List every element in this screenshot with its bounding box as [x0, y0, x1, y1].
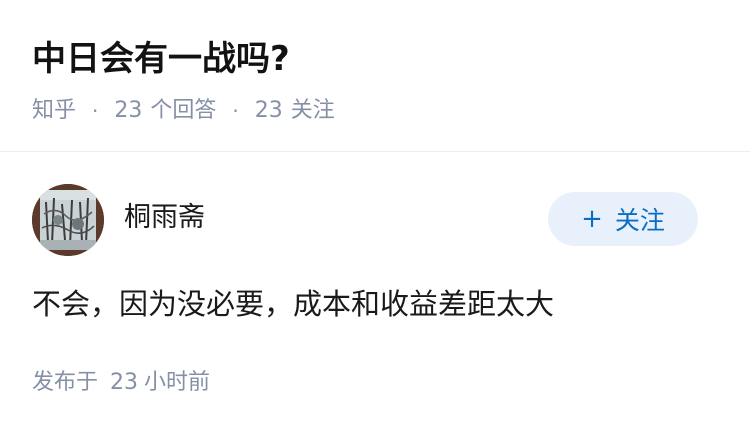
- avatar[interactable]: [32, 184, 104, 256]
- author-name[interactable]: 桐雨斋: [124, 200, 205, 236]
- answer-timestamp: 发布于 23 小时前: [32, 368, 210, 398]
- avatar-image: [32, 184, 104, 256]
- follower-count-label: 关注: [290, 98, 335, 123]
- question-title[interactable]: 中日会有一战吗?: [32, 36, 290, 82]
- meta-separator: ·: [92, 99, 99, 123]
- answer-count: 23: [114, 98, 143, 123]
- follower-count: 23: [254, 98, 283, 123]
- time-prefix: 发布于: [32, 370, 99, 395]
- follow-button[interactable]: + 关注: [548, 192, 698, 246]
- question-header: 中日会有一战吗? 知乎 · 23 个回答 · 23 关注: [0, 0, 750, 152]
- answer-card: 桐雨斋 + 关注 不会，因为没必要，成本和收益差距太大 发布于 23 小时前: [0, 152, 750, 434]
- follow-button-label: 关注: [614, 206, 665, 235]
- answer-count-label: 个回答: [150, 98, 217, 123]
- question-meta: 知乎 · 23 个回答 · 23 关注: [32, 96, 335, 126]
- meta-separator: ·: [232, 99, 239, 123]
- time-unit: 小时前: [144, 370, 211, 395]
- answer-page: 中日会有一战吗? 知乎 · 23 个回答 · 23 关注 桐雨斋 + 关注 不会…: [0, 0, 750, 434]
- answer-content[interactable]: 不会，因为没必要，成本和收益差距太大: [32, 284, 554, 324]
- source-label[interactable]: 知乎: [32, 96, 76, 126]
- time-value: 23: [110, 370, 139, 395]
- plus-icon: +: [581, 204, 603, 234]
